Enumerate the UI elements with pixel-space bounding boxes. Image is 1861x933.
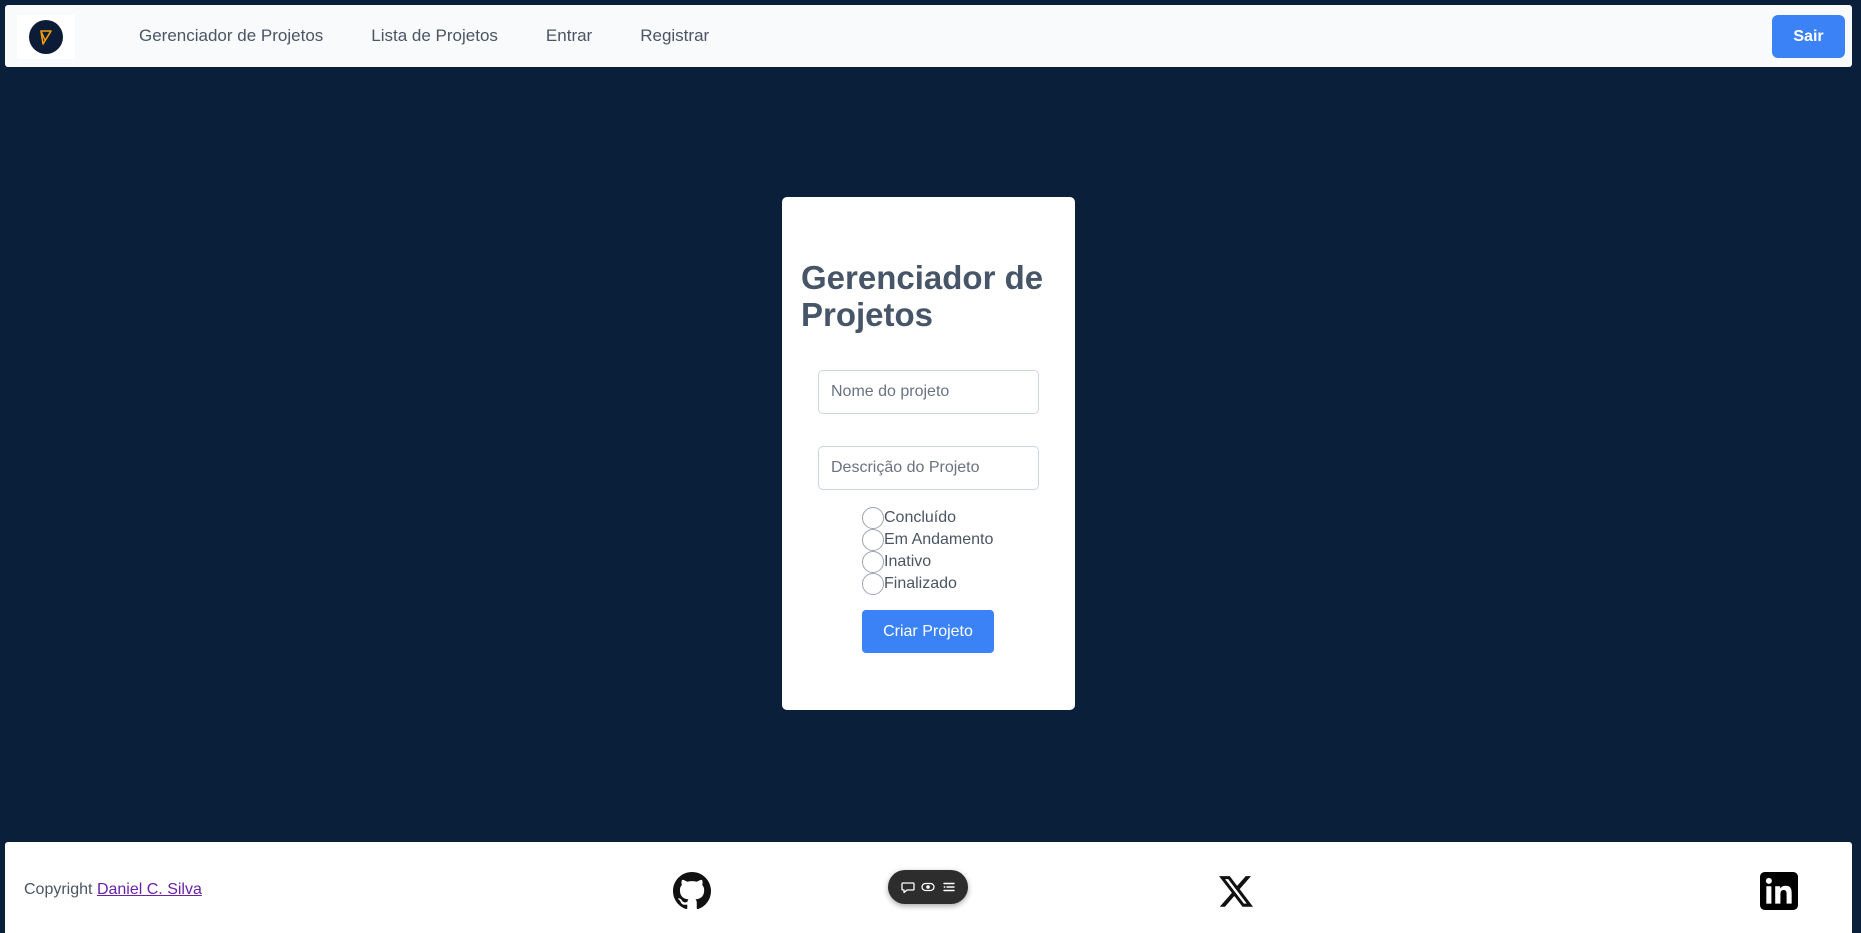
radio-label: Concluído <box>884 509 957 526</box>
radio-label: Em Andamento <box>884 531 994 548</box>
nav-link-registrar[interactable]: Registrar <box>640 26 709 46</box>
pen-logo-icon <box>29 20 63 54</box>
project-form-card: Gerenciador de Projetos Concluído Em And… <box>782 197 1075 710</box>
chat-icon[interactable] <box>900 880 915 894</box>
status-option-finalizado[interactable]: Finalizado <box>862 573 993 595</box>
copyright-prefix: Copyright <box>24 881 93 898</box>
linkedin-icon[interactable] <box>1760 872 1798 910</box>
radio-button[interactable] <box>862 551 884 573</box>
nav-link-lista-projetos[interactable]: Lista de Projetos <box>371 26 498 46</box>
x-twitter-icon[interactable] <box>1219 874 1253 908</box>
eye-icon[interactable] <box>921 880 935 894</box>
navbar: Gerenciador de Projetos Lista de Projeto… <box>5 5 1852 67</box>
project-description-input[interactable] <box>818 446 1039 490</box>
nav-links: Gerenciador de Projetos Lista de Projeto… <box>139 5 757 67</box>
create-project-button[interactable]: Criar Projeto <box>862 610 994 653</box>
logout-button[interactable]: Sair <box>1772 15 1845 58</box>
form-title: Gerenciador de Projetos <box>801 259 1044 333</box>
logo-link[interactable] <box>17 15 75 59</box>
author-link[interactable]: Daniel C. Silva <box>97 881 202 898</box>
project-name-input[interactable] <box>818 370 1039 414</box>
radio-button[interactable] <box>862 507 884 529</box>
radio-button[interactable] <box>862 573 884 595</box>
radio-label: Finalizado <box>884 575 957 592</box>
github-icon[interactable] <box>673 872 711 910</box>
nav-link-entrar[interactable]: Entrar <box>546 26 592 46</box>
copyright-text: Copyright Daniel C. Silva <box>24 881 202 899</box>
status-option-inativo[interactable]: Inativo <box>862 551 993 573</box>
status-option-concluido[interactable]: Concluído <box>862 507 993 529</box>
status-option-em-andamento[interactable]: Em Andamento <box>862 529 993 551</box>
floating-toolbar <box>888 870 968 904</box>
radio-label: Inativo <box>884 553 932 570</box>
nav-link-gerenciador[interactable]: Gerenciador de Projetos <box>139 26 323 46</box>
menu-icon[interactable] <box>942 880 956 894</box>
status-radio-group: Concluído Em Andamento Inativo Finalizad… <box>862 507 993 595</box>
radio-button[interactable] <box>862 529 884 551</box>
